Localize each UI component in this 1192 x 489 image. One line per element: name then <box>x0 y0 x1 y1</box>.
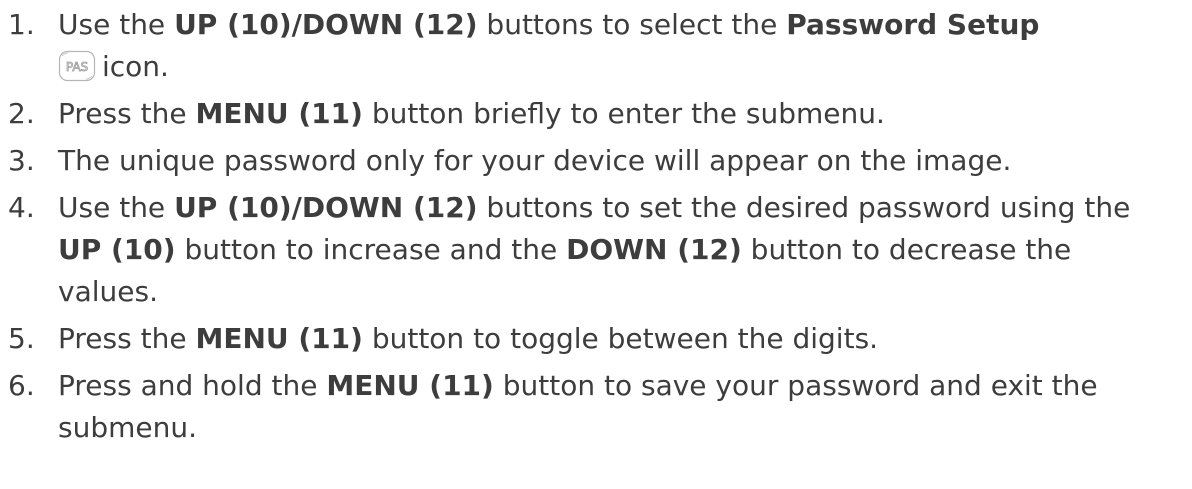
step-number: 6. <box>8 369 35 402</box>
step-3: 3. The unique password only for your dev… <box>0 140 1192 182</box>
password-setup-icon-label: PAS <box>66 60 88 74</box>
step-text-bold: DOWN (12) <box>566 233 742 266</box>
step-text: button to toggle between the digits. <box>362 322 879 355</box>
step-text-bold: MENU (11) <box>195 97 363 130</box>
step-text-bold: MENU (11) <box>195 322 363 355</box>
step-1: 1. Use the UP (10)/DOWN (12) buttons to … <box>0 4 1192 88</box>
step-number: 4. <box>8 191 35 224</box>
step-text: Use the <box>58 8 175 41</box>
step-number: 2. <box>8 97 35 130</box>
step-text: buttons to select the <box>477 8 787 41</box>
instruction-list: 1. Use the UP (10)/DOWN (12) buttons to … <box>0 0 1192 449</box>
step-text-bold: UP (10)/DOWN (12) <box>174 191 478 224</box>
step-number: 5. <box>8 322 35 355</box>
step-5: 5. Press the MENU (11) button to toggle … <box>0 318 1192 360</box>
step-text: Use the <box>58 191 175 224</box>
step-text: Press the <box>58 97 196 130</box>
step-6: 6. Press and hold the MENU (11) button t… <box>0 365 1192 449</box>
step-4: 4. Use the UP (10)/DOWN (12) buttons to … <box>0 187 1192 313</box>
password-setup-icon: PAS <box>58 50 96 82</box>
step-text: The unique password only for your device… <box>58 144 1012 177</box>
step-text-bold: UP (10)/DOWN (12) <box>174 8 478 41</box>
step-text: Press the <box>58 322 196 355</box>
step-text: button to increase and the <box>175 233 567 266</box>
step-text-bold: UP (10) <box>58 233 176 266</box>
step-text: icon. <box>102 50 169 83</box>
step-number: 3. <box>8 144 35 177</box>
step-2: 2. Press the MENU (11) button briefly to… <box>0 93 1192 135</box>
step-text: button briefly to enter the submenu. <box>362 97 885 130</box>
step-text-bold: MENU (11) <box>326 369 494 402</box>
step-number: 1. <box>8 8 35 41</box>
step-text: buttons to set the desired password usin… <box>477 191 1131 224</box>
step-text: Press and hold the <box>58 369 327 402</box>
step-text-bold: Password Setup <box>786 8 1040 41</box>
